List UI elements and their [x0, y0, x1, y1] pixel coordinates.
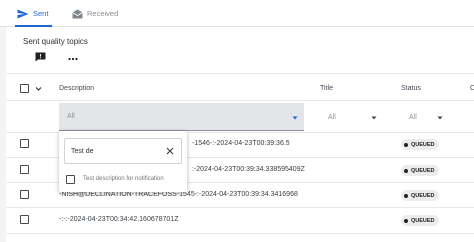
row-divider [6, 233, 474, 234]
row-checkbox[interactable] [20, 139, 29, 148]
description-filter-select[interactable]: All [59, 103, 304, 131]
table-row-description[interactable]: -NISH@DECLINATION-TRACEFOSS-1545-:-2024-… [59, 191, 331, 198]
status-badge: QUEUED [401, 139, 439, 150]
status-dot [404, 168, 408, 173]
dropdown-option-label: Test description for notification [83, 176, 164, 182]
close-icon[interactable] [166, 147, 174, 157]
send-icon [17, 9, 29, 19]
description-filter-dropdown: Test de Test description for notificatio… [59, 131, 187, 192]
tab-received-label: Received [87, 9, 119, 18]
row-checkbox[interactable] [20, 215, 29, 224]
inbox-icon [72, 9, 83, 19]
status-badge-label: QUEUED [411, 141, 435, 148]
dropdown-option[interactable]: Test description for notification [66, 174, 164, 184]
filter-search-value: Test de [71, 147, 94, 155]
more-actions-button[interactable] [66, 52, 80, 64]
status-filter-select[interactable]: All [401, 103, 449, 131]
status-dot [404, 193, 408, 198]
row-checkbox[interactable] [20, 190, 29, 199]
title-filter-value: All [328, 113, 336, 121]
status-badge: QUEUED [401, 190, 439, 201]
table-row-description[interactable]: -1546-:-2024-04-23T00:39:36.5 [192, 140, 290, 147]
row-checkbox[interactable] [20, 165, 29, 174]
more-horizontal-icon [68, 54, 78, 63]
status-badge-label: QUEUED [411, 167, 435, 174]
tab-received[interactable]: Received [72, 0, 118, 27]
caret-down-icon [371, 115, 377, 122]
caret-down-icon [437, 115, 443, 122]
option-checkbox[interactable] [66, 174, 75, 184]
table-row-description[interactable]: :-2024-04-23T00:39:34.338595409Z [192, 166, 305, 173]
column-header-title[interactable]: Title [320, 85, 333, 92]
header-divider [6, 100, 474, 101]
status-dot [404, 218, 408, 223]
feedback-icon [35, 52, 46, 64]
status-badge: QUEUED [401, 215, 439, 226]
filter-search-input[interactable]: Test de [64, 138, 182, 164]
tab-bar: Sent Received [0, 0, 474, 27]
toolbar-divider [6, 73, 474, 74]
feedback-button[interactable] [33, 52, 47, 64]
card-title: Sent quality topics [23, 37, 88, 46]
description-filter-value: All [67, 113, 75, 120]
tab-sent[interactable]: Sent [15, 0, 53, 27]
status-badge: QUEUED [401, 165, 439, 176]
status-filter-value: All [409, 113, 417, 121]
row-divider [6, 207, 474, 208]
column-header-overflow[interactable]: C [470, 85, 474, 92]
status-badge-label: QUEUED [411, 217, 435, 224]
chevron-down-icon[interactable] [35, 85, 42, 94]
tab-sent-label: Sent [33, 9, 49, 18]
status-dot [404, 142, 408, 147]
status-badge-label: QUEUED [411, 192, 435, 199]
column-header-description[interactable]: Description [59, 85, 94, 92]
select-all-checkbox[interactable] [20, 84, 29, 93]
table-row-description[interactable]: -:-:-2024-04-23T00:34:42.160678701Z [59, 216, 178, 223]
column-header-status[interactable]: Status [401, 85, 421, 92]
caret-down-icon [292, 115, 298, 122]
title-filter-select[interactable]: All [320, 103, 383, 131]
